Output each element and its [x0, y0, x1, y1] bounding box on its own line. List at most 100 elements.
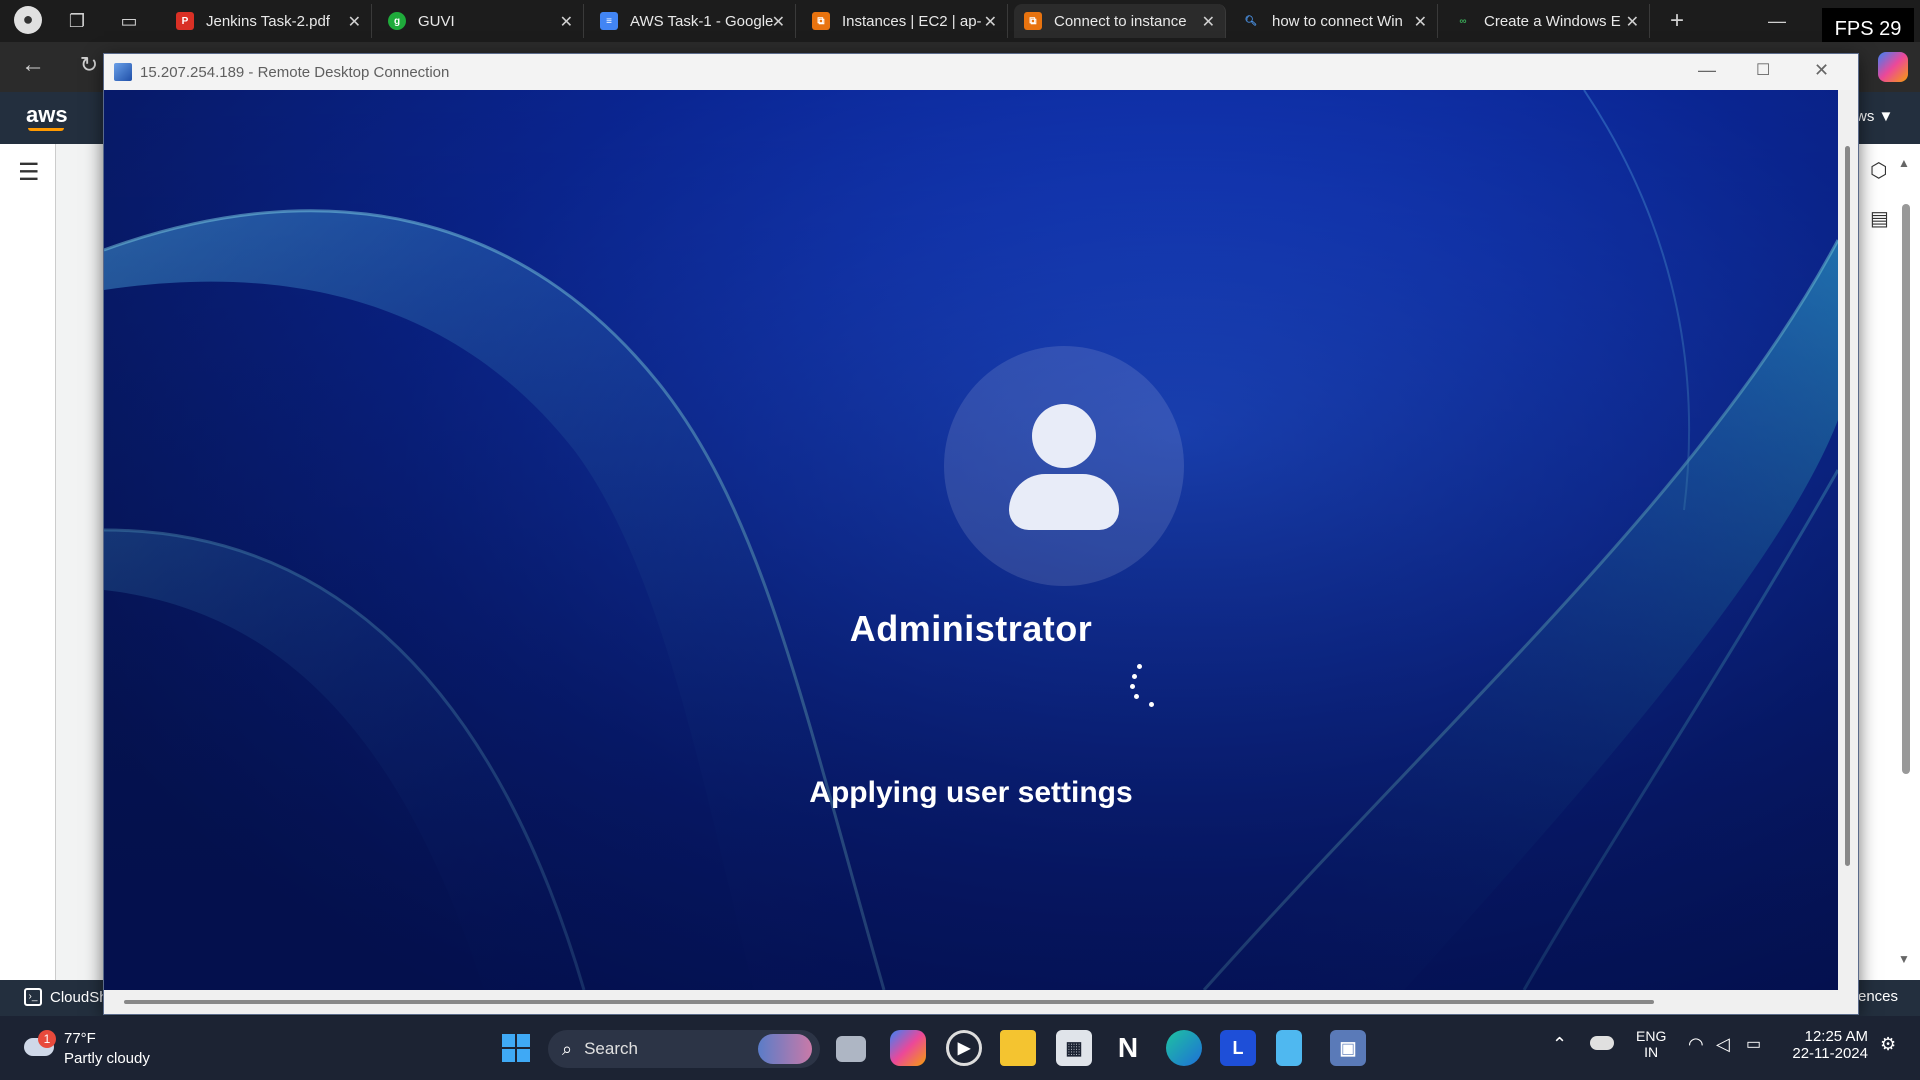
language-indicator[interactable]: ENG IN	[1636, 1028, 1666, 1060]
scroll-down-icon[interactable]: ▼	[1898, 952, 1910, 966]
language-secondary: IN	[1644, 1044, 1659, 1060]
new-tab-icon[interactable]: +	[1664, 8, 1690, 34]
close-icon[interactable]: ✕	[1414, 12, 1427, 32]
feedback-icon[interactable]: ▤	[1870, 206, 1889, 231]
tab-connect-to-instance[interactable]: ⧉ Connect to instance ✕	[1014, 4, 1226, 38]
rdp-horizontal-scrollbar[interactable]	[104, 990, 1838, 1014]
workspaces-icon[interactable]: ❐	[64, 8, 90, 34]
aws-right-rail: ⬡ ▤ ▲ ▼	[1858, 144, 1920, 980]
profile-avatar[interactable]: ●	[14, 6, 42, 34]
terminal-icon: ›_	[24, 988, 42, 1006]
l-app-icon[interactable]: L	[1220, 1030, 1256, 1066]
scroll-thumb[interactable]	[124, 1000, 1654, 1004]
tab-jenkins-pdf[interactable]: P Jenkins Task-2.pdf ✕	[166, 4, 372, 38]
cloudshell-button[interactable]: ›_ CloudSh	[24, 988, 108, 1006]
aws-left-rail: ☰	[0, 144, 56, 980]
file-explorer-icon[interactable]	[1000, 1030, 1036, 1066]
tab-create-windows[interactable]: ∞ Create a Windows E ✕	[1444, 4, 1650, 38]
settings-hex-icon[interactable]: ⬡	[1870, 158, 1887, 183]
weather-temp[interactable]: 77°F	[64, 1030, 96, 1047]
tab-title: how to connect Win	[1272, 12, 1403, 30]
user-avatar	[944, 346, 1184, 586]
tab-title: Create a Windows E	[1484, 12, 1621, 30]
microsoft-store-icon[interactable]: ▦	[1056, 1030, 1092, 1066]
copilot-icon[interactable]	[1878, 52, 1908, 82]
tab-aws-task-doc[interactable]: ≡ AWS Task-1 - Google ✕	[590, 4, 796, 38]
aws-account-menu[interactable]: ws ▼	[1856, 108, 1893, 125]
search-icon: ⌕	[562, 1038, 573, 1059]
tab-title: AWS Task-1 - Google	[630, 12, 774, 30]
page-scrollbar[interactable]	[1902, 204, 1910, 774]
google-docs-icon: ≡	[600, 12, 618, 30]
clock-time: 12:25 AM	[1804, 1028, 1868, 1045]
volume-icon[interactable]: ◁	[1716, 1034, 1730, 1055]
tab-title: Instances | EC2 | ap-	[842, 12, 982, 30]
start-button[interactable]	[498, 1030, 534, 1066]
tab-ec2-instances[interactable]: ⧉ Instances | EC2 | ap- ✕	[802, 4, 1008, 38]
rdp-vertical-scrollbar[interactable]	[1838, 90, 1858, 1014]
reload-icon[interactable]: ↻	[76, 52, 102, 78]
clock[interactable]: 12:25 AM 22-11-2024	[1788, 1028, 1868, 1062]
hamburger-menu-icon[interactable]: ☰	[18, 158, 40, 187]
language-primary: ENG	[1636, 1028, 1667, 1044]
avatar-body-icon	[1009, 474, 1119, 530]
close-icon[interactable]: ✕	[1626, 12, 1639, 32]
taskbar-search[interactable]: ⌕ Search	[548, 1030, 820, 1068]
guvi-icon: g	[388, 12, 406, 30]
weather-widget[interactable]: 1	[22, 1028, 58, 1064]
remote-desktop-screen[interactable]: Administrator Applying user settings	[104, 90, 1838, 990]
aws-logo[interactable]: aws	[26, 102, 68, 128]
login-username: Administrator	[849, 608, 1093, 649]
close-icon[interactable]: ✕	[984, 12, 997, 32]
search-icon: 🔍︎	[1244, 15, 1258, 27]
preferences-link[interactable]: ences	[1858, 988, 1898, 1005]
edge-browser-icon[interactable]	[1166, 1030, 1202, 1066]
close-icon[interactable]: ✕	[348, 12, 361, 32]
cloudshell-label: CloudSh	[50, 988, 108, 1006]
task-view-icon[interactable]	[836, 1036, 866, 1062]
windows-logo-icon	[502, 1034, 530, 1062]
search-highlight-icon	[758, 1034, 812, 1064]
link-icon: ∞	[1459, 15, 1467, 27]
aws-ec2-icon: ⧉	[1024, 12, 1042, 30]
rdp-title-bar[interactable]: 15.207.254.189 - Remote Desktop Connecti…	[104, 54, 1858, 90]
media-player-icon[interactable]: ▶	[946, 1030, 982, 1066]
tab-title: Jenkins Task-2.pdf	[206, 12, 330, 30]
minimize-icon[interactable]: —	[1764, 8, 1790, 34]
tab-guvi[interactable]: g GUVI ✕	[378, 4, 584, 38]
rdp-window-title: 15.207.254.189 - Remote Desktop Connecti…	[140, 64, 450, 81]
minimize-icon[interactable]: —	[1698, 60, 1716, 81]
copilot-icon[interactable]	[890, 1030, 926, 1066]
close-icon[interactable]: ✕	[1202, 12, 1215, 32]
close-icon[interactable]: ✕	[1814, 60, 1829, 81]
close-icon[interactable]: ✕	[560, 12, 573, 32]
weather-desc[interactable]: Partly cloudy	[64, 1050, 150, 1067]
notepad-icon[interactable]	[1276, 1030, 1302, 1066]
search-placeholder: Search	[584, 1039, 638, 1058]
clock-date: 22-11-2024	[1792, 1045, 1868, 1062]
back-icon[interactable]: ←	[20, 52, 46, 78]
tab-search-connect-windows[interactable]: 🔍︎ how to connect Win ✕	[1232, 4, 1438, 38]
wifi-icon[interactable]: ◠	[1688, 1034, 1704, 1055]
remote-desktop-icon[interactable]: ▣	[1330, 1030, 1366, 1066]
rdp-app-icon	[114, 63, 132, 81]
maximize-icon[interactable]: ☐	[1756, 60, 1770, 80]
close-icon[interactable]: ✕	[772, 12, 785, 32]
show-hidden-icons[interactable]: ⌃	[1552, 1034, 1567, 1055]
vertical-tabs-icon[interactable]: ▭	[116, 8, 142, 34]
login-status-text: Applying user settings	[809, 776, 1133, 809]
tab-title: Connect to instance	[1054, 12, 1187, 30]
loading-spinner-icon	[1124, 664, 1160, 708]
scroll-up-icon[interactable]: ▲	[1898, 156, 1910, 170]
browser-tab-strip: ● ❐ ▭ P Jenkins Task-2.pdf ✕ g GUVI ✕ ≡ …	[0, 0, 1920, 50]
windows-taskbar: 1 77°F Partly cloudy ⌕ Search ▶ ▦ N L ▣ …	[0, 1016, 1920, 1080]
notion-like-icon[interactable]: N	[1110, 1030, 1146, 1066]
avatar-head-icon	[1032, 404, 1096, 468]
onedrive-icon[interactable]	[1590, 1036, 1614, 1050]
scroll-thumb[interactable]	[1845, 146, 1850, 866]
notifications-icon[interactable]: ⚙	[1880, 1034, 1896, 1055]
battery-icon[interactable]: ▭	[1746, 1034, 1761, 1054]
pdf-icon: P	[176, 12, 194, 30]
tab-title: GUVI	[418, 12, 455, 30]
aws-smile	[28, 128, 64, 131]
